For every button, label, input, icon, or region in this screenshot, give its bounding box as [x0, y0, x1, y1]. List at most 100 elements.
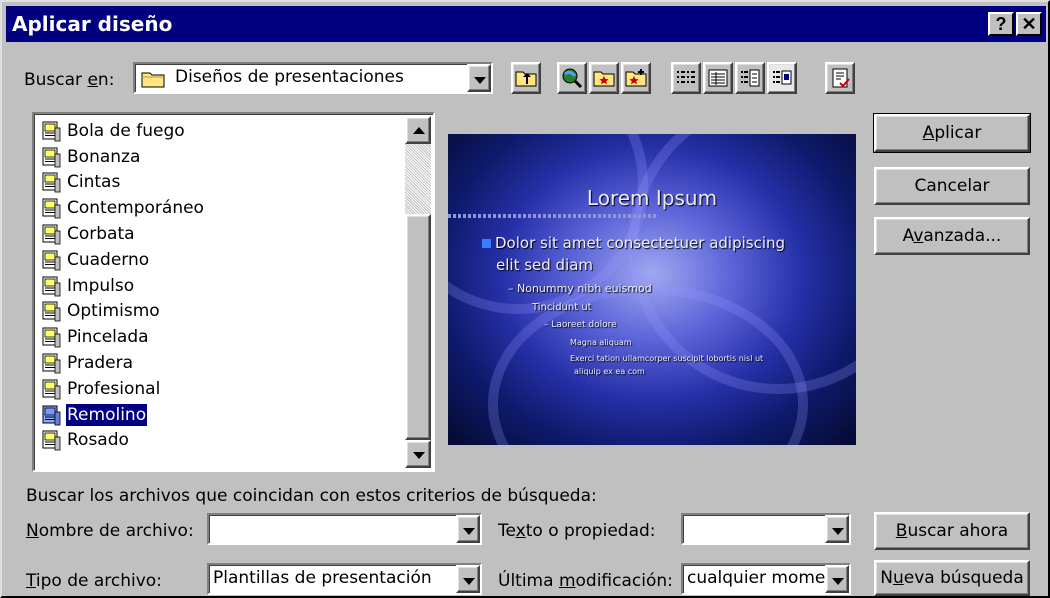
presentation-template-icon	[40, 275, 62, 297]
advanced-button[interactable]: Avanzada...	[874, 217, 1030, 255]
list-item[interactable]: Profesional	[36, 376, 406, 402]
filename-dropdown-button[interactable]	[456, 515, 480, 543]
list-item-label: Contemporáneo	[67, 198, 204, 219]
list-item-label: Corbata	[67, 224, 135, 245]
filename-field[interactable]	[207, 513, 482, 545]
last-modified-label: Última modificación:	[498, 571, 673, 591]
list-view-icon	[677, 71, 695, 83]
preview-level-2: – Nonummy nibh euismod	[508, 282, 652, 295]
text-property-field[interactable]	[681, 513, 851, 545]
apply-button[interactable]: Aplicar	[873, 113, 1031, 153]
look-in-favorites-icon	[593, 71, 615, 87]
presentation-template-icon	[40, 223, 62, 245]
look-in-value: Diseños de presentaciones	[175, 67, 404, 87]
list-item-label: Profesional	[67, 378, 161, 399]
presentation-template-icon	[40, 378, 62, 400]
scroll-up-button[interactable]	[405, 116, 431, 144]
look-in-dropdown[interactable]: Diseños de presentaciones	[133, 62, 493, 94]
list-item-label: Cuaderno	[67, 249, 150, 270]
commands-and-settings-button[interactable]	[825, 62, 855, 94]
presentation-template-icon	[40, 249, 62, 271]
scroll-down-button[interactable]	[405, 440, 431, 468]
properties-view-icon	[741, 69, 760, 87]
last-modified-value: cualquier mome	[687, 568, 826, 588]
preview-level-5b-cont: aliquip ex ea com	[574, 367, 645, 376]
help-icon: ?	[995, 13, 1007, 34]
preview-level-5a: Magna aliquam	[570, 338, 632, 347]
folder-icon	[141, 70, 165, 93]
list-item-label: Optimismo	[67, 301, 160, 322]
scroll-thumb[interactable]	[405, 214, 431, 440]
presentation-template-icon	[40, 326, 62, 348]
list-item[interactable]: Optimismo	[36, 299, 406, 325]
new-search-button[interactable]: Nueva búsqueda	[874, 560, 1030, 596]
close-icon: ✕	[1021, 13, 1037, 34]
presentation-template-icon	[40, 404, 62, 426]
dialog-title: Aplicar diseño	[12, 12, 173, 36]
list-item[interactable]: Pincelada	[36, 324, 406, 350]
list-item[interactable]: Bola de fuego	[36, 118, 406, 144]
up-one-level-button[interactable]	[511, 62, 541, 94]
search-web-icon	[562, 68, 583, 89]
list-item-label: Impulso	[67, 275, 135, 296]
presentation-template-icon	[40, 120, 62, 142]
list-item[interactable]: Impulso	[36, 273, 406, 299]
presentation-template-icon	[40, 171, 62, 193]
vertical-scrollbar[interactable]	[405, 116, 431, 468]
presentation-template-icon	[40, 300, 62, 322]
cancel-button[interactable]: Cancelar	[874, 167, 1030, 205]
preview-level-3: Tincidunt ut	[532, 302, 592, 313]
last-modified-dropdown[interactable]: cualquier mome	[681, 563, 851, 595]
list-item[interactable]: Rosado	[36, 428, 406, 454]
search-criteria-label: Buscar los archivos que coincidan con es…	[26, 486, 597, 506]
list-item-label: Remolino	[66, 403, 148, 426]
search-web-button[interactable]	[557, 62, 587, 94]
preview-level-4: – Laoreet dolore	[544, 320, 617, 330]
list-item[interactable]: Cuaderno	[36, 247, 406, 273]
list-item[interactable]: Cintas	[36, 170, 406, 196]
close-button[interactable]: ✕	[1016, 12, 1042, 36]
text-property-dropdown-button[interactable]	[825, 515, 849, 543]
preview-view-icon	[773, 70, 792, 85]
list-item-label: Bola de fuego	[67, 120, 185, 141]
preview-view-button[interactable]	[767, 62, 797, 94]
add-to-favorites-icon	[625, 69, 647, 87]
presentation-template-icon	[40, 429, 62, 451]
preview-level-5b: Exerci tation ullamcorper suscipit lobor…	[570, 354, 764, 363]
commands-and-settings-icon	[832, 68, 850, 88]
look-in-dropdown-button[interactable]	[467, 64, 491, 92]
list-item-label: Bonanza	[67, 146, 141, 167]
help-button[interactable]: ?	[988, 12, 1014, 36]
list-item[interactable]: Remolino	[36, 402, 406, 428]
filetype-dropdown[interactable]: Plantillas de presentación	[207, 563, 482, 595]
filetype-dropdown-button[interactable]	[456, 565, 480, 593]
list-item-label: Pincelada	[67, 327, 149, 348]
title-bar[interactable]: Aplicar diseño ? ✕	[6, 6, 1046, 42]
filetype-label: Tipo de archivo:	[26, 571, 162, 591]
up-one-level-icon	[515, 71, 537, 87]
list-item-label: Pradera	[67, 353, 134, 374]
text-property-label: Texto o propiedad:	[498, 521, 656, 541]
preview-bullet-1-cont: elit sed diam	[496, 256, 594, 274]
list-view-button[interactable]	[671, 62, 701, 94]
list-item[interactable]: Bonanza	[36, 144, 406, 170]
details-view-button[interactable]	[703, 62, 733, 94]
find-now-button[interactable]: Buscar ahora	[874, 512, 1030, 550]
presentation-template-icon	[40, 197, 62, 219]
list-item-label: Rosado	[67, 430, 129, 451]
preview-bullet-1: Dolor sit amet consectetuer adipiscing	[482, 234, 785, 252]
add-to-favorites-button[interactable]	[621, 62, 651, 94]
list-item[interactable]: Corbata	[36, 221, 406, 247]
filetype-value: Plantillas de presentación	[213, 568, 432, 588]
apply-design-dialog: Aplicar diseño ? ✕ Buscar en: Diseños de…	[0, 0, 1050, 598]
list-item[interactable]: Contemporáneo	[36, 195, 406, 221]
look-in-favorites-button[interactable]	[589, 62, 619, 94]
last-modified-dropdown-button[interactable]	[825, 565, 849, 593]
presentation-template-icon	[40, 352, 62, 374]
preview-title: Lorem Ipsum	[586, 186, 718, 210]
properties-view-button[interactable]	[735, 62, 765, 94]
details-view-icon	[708, 69, 728, 87]
presentation-template-icon	[40, 146, 62, 168]
design-file-list[interactable]: Bola de fuego Bonanza Cintas Contemporáneo C…	[32, 112, 435, 472]
list-item[interactable]: Pradera	[36, 350, 406, 376]
